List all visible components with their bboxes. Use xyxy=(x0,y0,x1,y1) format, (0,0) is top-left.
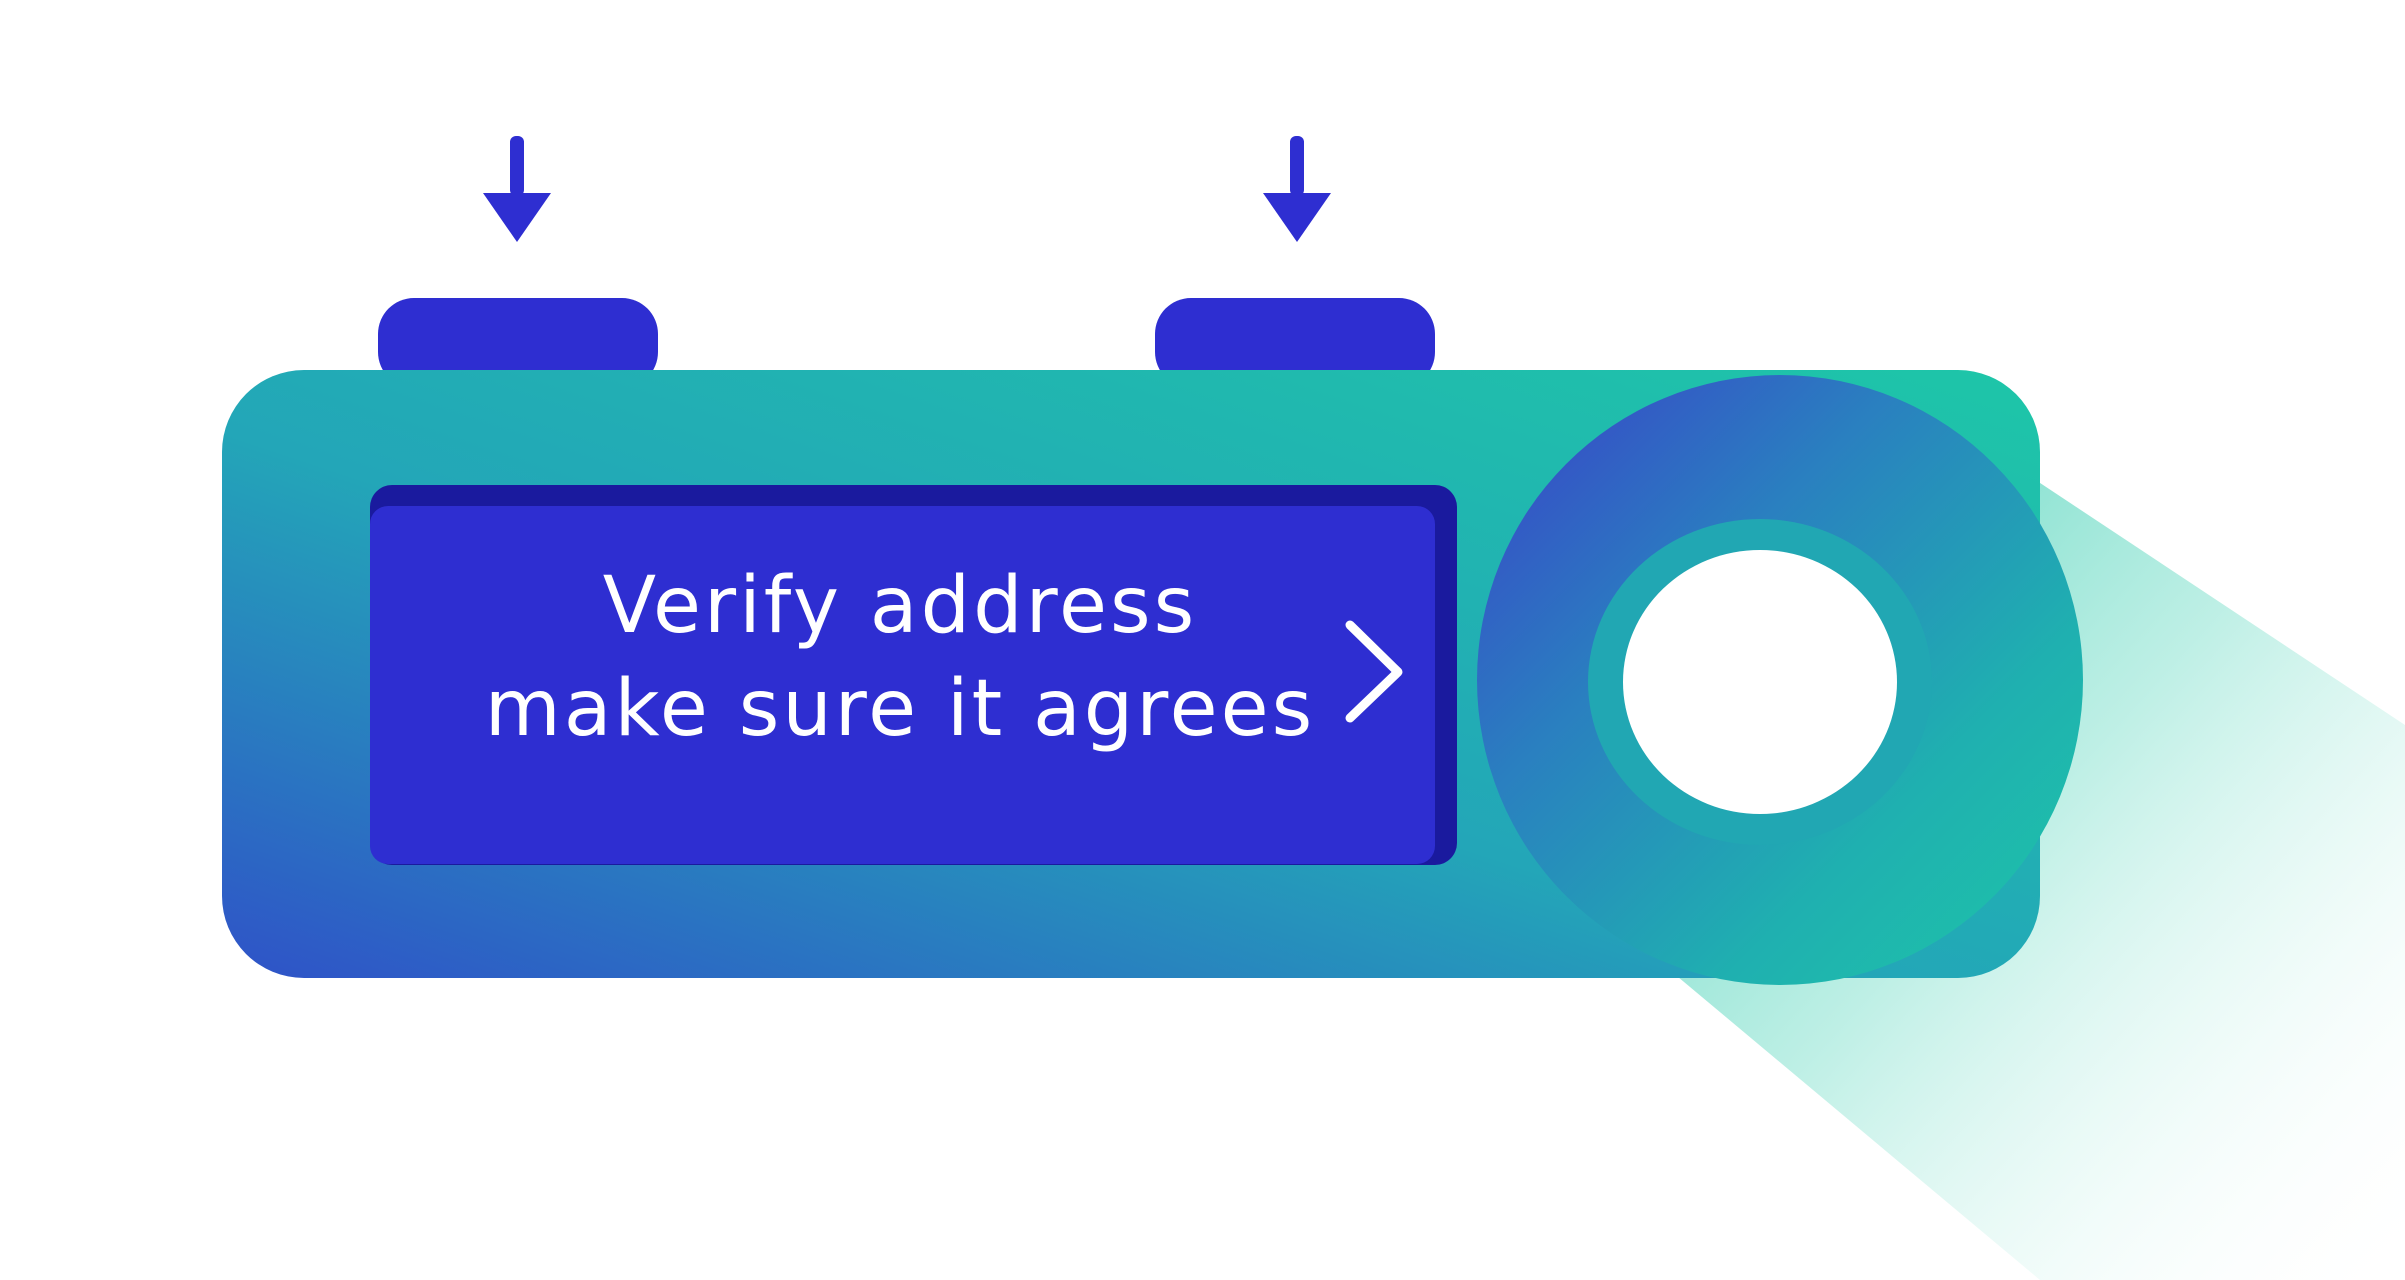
screen-line-2: make sure it agrees xyxy=(484,663,1316,754)
arrow-down-icon xyxy=(483,136,551,242)
swivel-hole xyxy=(1623,550,1897,814)
screen-line-1: Verify address xyxy=(602,561,1198,651)
device-screen-message: Verify address make sure it agrees xyxy=(370,555,1430,761)
arrow-down-icon xyxy=(1263,136,1331,242)
